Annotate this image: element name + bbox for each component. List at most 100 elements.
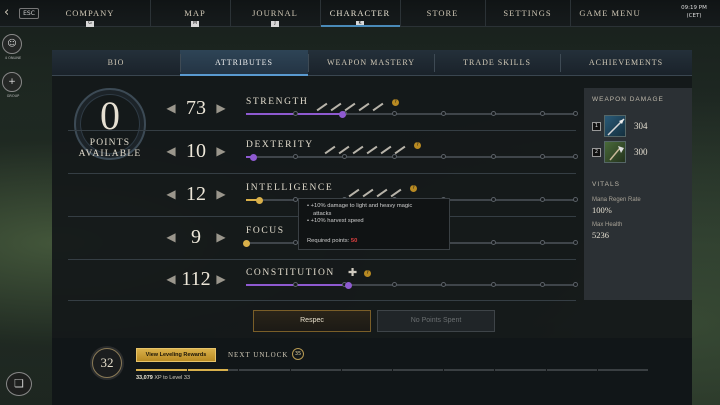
weapon-slot-1-number: 1 [592, 122, 601, 131]
attribute-separator [68, 259, 576, 260]
constitution-label: CONSTITUTION [246, 268, 335, 278]
xp-value: 33,079 [136, 375, 153, 381]
hotkey-hint: M [191, 21, 199, 27]
strength-increase-arrow-icon[interactable]: ▶ [216, 101, 226, 115]
focus-increase-arrow-icon[interactable]: ▶ [216, 230, 226, 244]
milestone-tick [391, 154, 397, 159]
top-nav-bar: ‹ ESC COMPANY G MAP M JOURNAL J CHARACTER K STOR… [0, 0, 720, 27]
subtab-achievements[interactable]: ACHIEVEMENTS [560, 50, 692, 76]
clock-time: 09:19 PM [681, 5, 707, 11]
subtab-attributes[interactable]: ATTRIBUTES [180, 50, 308, 76]
weapon-slot-1-damage: 304 [634, 121, 648, 131]
level-badge: 32 [92, 348, 122, 378]
subtab-separator [180, 54, 181, 72]
xp-segment-divider [340, 368, 342, 372]
attribute-separator [68, 130, 576, 131]
chat-bubble-icon[interactable]: ❏ [6, 372, 32, 396]
back-arrow-icon[interactable]: ‹ [4, 5, 16, 21]
intelligence-increase-arrow-icon[interactable]: ▶ [216, 187, 226, 201]
nav-tab-company[interactable]: COMPANY G [40, 0, 140, 27]
milestone-tick [490, 240, 496, 245]
milestone-tick [540, 111, 545, 116]
focus-progress-knob [243, 240, 250, 247]
subtab-trade-skills[interactable]: TRADE SKILLS [434, 50, 560, 76]
tooltip-line-2: • +10% harvest speed [307, 218, 364, 224]
milestone-tick [540, 154, 545, 159]
milestone-tick [490, 197, 496, 202]
milestone-tick [573, 111, 578, 116]
spear-icon[interactable] [604, 115, 626, 137]
milestone-tick [292, 154, 298, 159]
xp-unit: XP [154, 375, 162, 381]
online-count-label: 4 ONLINE [4, 56, 22, 60]
strength-value: 73 [186, 97, 206, 119]
dexterity-info-icon[interactable]: ? [414, 142, 421, 149]
dexterity-increase-arrow-icon[interactable]: ▶ [216, 144, 226, 158]
xp-segment-divider [187, 368, 189, 372]
nav-tab-label: SETTINGS [503, 8, 552, 18]
view-leveling-rewards-button[interactable]: View Leveling Rewards [136, 348, 216, 362]
strength-info-icon[interactable]: ? [392, 99, 399, 106]
xp-segment-divider [392, 368, 393, 372]
focus-label: FOCUS [246, 226, 285, 236]
constitution-plus-icon: ✚ [348, 266, 358, 279]
intelligence-value: 12 [186, 183, 206, 205]
dexterity-value: 10 [186, 140, 206, 162]
nav-tab-settings[interactable]: SETTINGS [485, 0, 570, 27]
character-subtabs: BIO ATTRIBUTES WEAPON MASTERY TRADE SKILLS A… [52, 50, 692, 76]
weapon-damage-panel [584, 88, 692, 300]
nav-tab-journal[interactable]: JOURNAL J [230, 0, 320, 27]
nav-tab-label: JOURNAL [252, 8, 298, 18]
max-health-value: 5236 [592, 230, 609, 240]
intelligence-info-icon[interactable]: ? [410, 185, 417, 192]
milestone-tick [573, 154, 578, 159]
points-available-value: 0 [100, 93, 120, 138]
milestone-tick [391, 111, 397, 116]
friends-icon[interactable]: ☺ [2, 34, 22, 54]
weapon-slot-2-number: 2 [592, 148, 601, 157]
milestone-tick [441, 282, 446, 287]
subtab-bio[interactable]: BIO [52, 50, 180, 76]
milestone-tick [391, 282, 397, 287]
milestone-tick [540, 240, 545, 245]
nav-separator [150, 0, 151, 27]
max-health-label: Max Health [592, 222, 623, 228]
nav-tab-label: MAP [184, 8, 206, 18]
milestone-tick [490, 111, 496, 116]
nav-separator [230, 0, 231, 27]
xp-text: 33,079 XP to Level 33 [136, 375, 190, 381]
milestone-tick [292, 240, 298, 245]
milestone-tick [573, 240, 578, 245]
add-group-icon[interactable]: + [2, 72, 22, 92]
esc-key-hint[interactable]: ESC [19, 8, 39, 19]
constitution-value: 112 [181, 268, 211, 290]
points-label-line1: POINTS [89, 138, 131, 148]
nav-tab-game-menu[interactable]: GAME MENU [570, 0, 650, 27]
milestone-tick [573, 197, 578, 202]
subtab-separator [434, 54, 435, 72]
dexterity-label: DEXTERITY [246, 140, 314, 150]
constitution-increase-arrow-icon[interactable]: ▶ [216, 272, 226, 286]
vitals-title: VITALS [592, 181, 620, 188]
xp-segment-divider [494, 368, 496, 372]
nav-tab-map[interactable]: MAP M [150, 0, 240, 27]
milestone-tick [540, 197, 545, 202]
milestone-tick [441, 154, 446, 159]
constitution-info-icon[interactable]: ? [364, 270, 371, 277]
hatchet-icon[interactable] [604, 141, 626, 163]
group-label: GROUP [6, 94, 20, 98]
no-points-spent-button[interactable]: No Points Spent [377, 310, 495, 332]
clock-timezone: (CET) [686, 13, 702, 19]
subtab-weapon-mastery[interactable]: WEAPON MASTERY [308, 50, 434, 76]
weapon-slot-2-damage: 300 [634, 147, 648, 157]
nav-tab-store[interactable]: STORE [400, 0, 485, 27]
intelligence-tooltip: • +10% damage to light and heavy magic a… [298, 198, 450, 250]
next-unlock-level-icon[interactable]: 35 [292, 348, 304, 360]
nav-tab-label: CHARACTER [329, 8, 391, 18]
nav-tab-character[interactable]: CHARACTER K [320, 0, 400, 27]
respec-button[interactable]: Respec [253, 310, 371, 332]
nav-separator [570, 0, 571, 27]
nav-separator [320, 0, 321, 27]
milestone-tick [490, 282, 496, 287]
xp-segment-divider [289, 368, 291, 372]
